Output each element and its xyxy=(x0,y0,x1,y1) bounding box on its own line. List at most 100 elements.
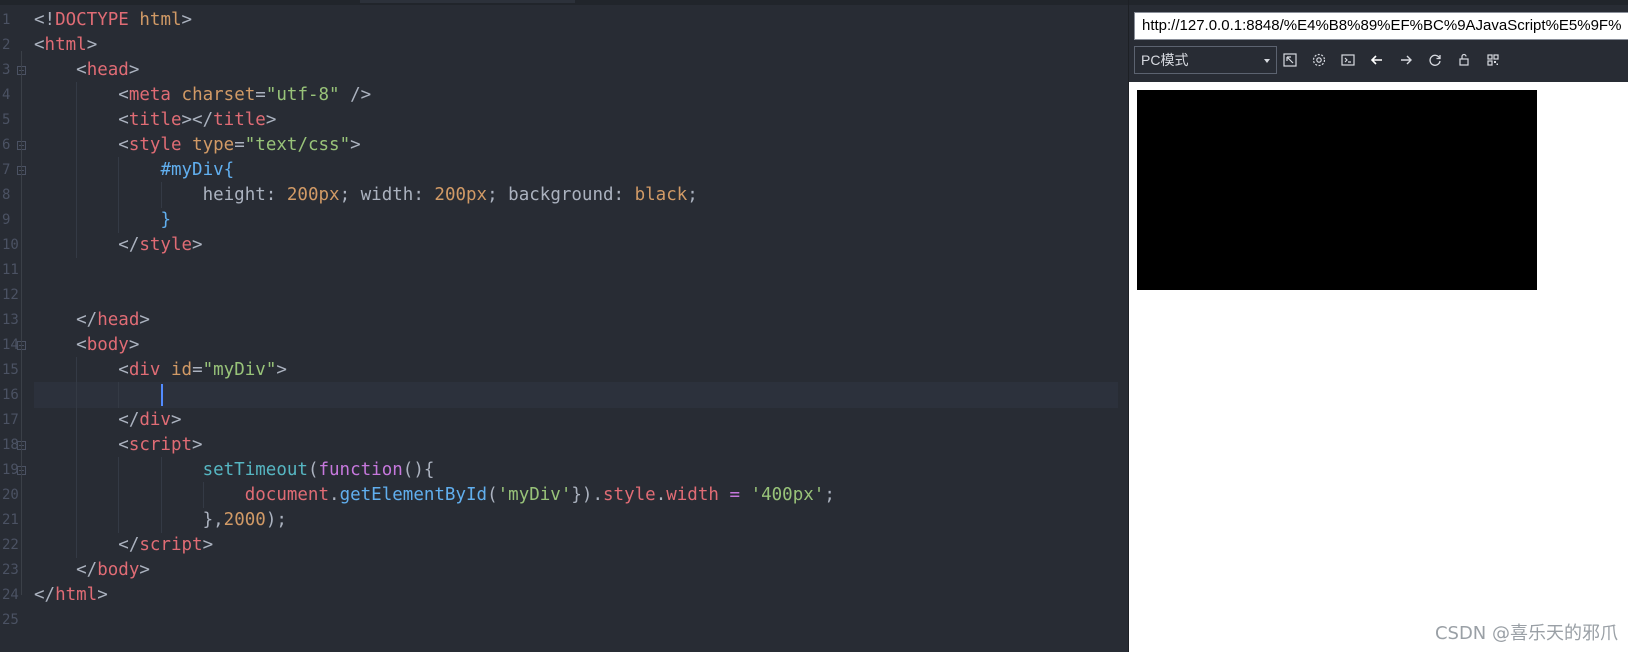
code-line[interactable]: 6 <style type="text/css"> xyxy=(0,132,1128,158)
code-line[interactable]: 8 height: 200px; width: 200px; backgroun… xyxy=(0,182,1128,208)
code-text: </body> xyxy=(34,557,150,583)
code-token: < xyxy=(34,335,87,355)
code-token: /> xyxy=(339,85,372,105)
code-line[interactable]: 22 </script> xyxy=(0,532,1128,558)
code-line[interactable]: 16 xyxy=(0,382,1128,408)
code-text: } xyxy=(34,207,171,233)
code-line[interactable]: 25 xyxy=(0,607,1128,633)
code-token: DOCTYPE xyxy=(55,10,129,30)
code-token: html xyxy=(139,10,182,30)
code-token: < xyxy=(34,435,129,455)
code-token: > xyxy=(97,585,108,605)
line-number: 21 xyxy=(2,512,19,528)
code-line[interactable]: 5 <title></title> xyxy=(0,107,1128,133)
line-number: 10 xyxy=(2,237,19,253)
code-editor[interactable]: 1 <!DOCTYPE html > 2 <html> 3 <head> 4 <meta c… xyxy=(0,0,1128,652)
code-line[interactable]: 7 #myDiv{ xyxy=(0,157,1128,183)
code-token: . xyxy=(655,485,667,505)
code-token: < xyxy=(34,35,45,55)
code-line[interactable]: 24 </html> xyxy=(0,582,1128,608)
unlock-icon[interactable] xyxy=(1454,50,1474,70)
line-number: 7 xyxy=(2,162,11,178)
code-token: </ xyxy=(34,310,98,330)
code-text: </div> xyxy=(34,407,181,433)
code-line[interactable]: 3 <head> xyxy=(0,57,1128,83)
code-token: title xyxy=(128,110,182,130)
open-external-icon[interactable] xyxy=(1280,50,1300,70)
code-line[interactable]: 18 <script> xyxy=(0,432,1128,458)
line-number: 4 xyxy=(2,87,11,103)
code-line[interactable]: 9 } xyxy=(0,207,1128,233)
editor-tab-strip xyxy=(0,0,1128,5)
code-token: </ xyxy=(34,585,56,605)
code-line[interactable]: 20 document.getElementById('myDiv'}).sty… xyxy=(0,482,1128,508)
code-token: }, xyxy=(34,510,224,530)
code-text: },2000); xyxy=(34,507,287,533)
code-token: ); xyxy=(265,510,287,530)
preview-tab-strip xyxy=(1129,0,1628,5)
code-token: ( xyxy=(307,460,319,480)
line-number: 24 xyxy=(2,587,19,603)
code-token: < xyxy=(34,110,129,130)
line-number: 9 xyxy=(2,212,11,228)
code-line[interactable]: 4 <meta charset="utf-8" /> xyxy=(0,82,1128,108)
code-token: }). xyxy=(571,485,603,505)
fold-region-line xyxy=(21,476,22,520)
code-line[interactable]: 10 </style> xyxy=(0,232,1128,258)
code-token: < xyxy=(34,360,129,380)
code-text: <style type="text/css"> xyxy=(34,132,360,158)
settings-icon[interactable] xyxy=(1309,50,1329,70)
code-line[interactable]: 12 xyxy=(0,282,1128,308)
code-line[interactable]: 13 </head> xyxy=(0,307,1128,333)
code-token: < xyxy=(34,135,129,155)
code-token: </ xyxy=(34,410,140,430)
device-mode-select[interactable]: PC模式 xyxy=(1134,46,1277,74)
code-text: <html> xyxy=(34,32,97,58)
code-token: script xyxy=(128,435,193,455)
code-text: <body> xyxy=(34,332,139,358)
console-icon[interactable] xyxy=(1338,50,1358,70)
code-token: < xyxy=(34,60,87,80)
code-line[interactable]: 21 },2000); xyxy=(0,507,1128,533)
code-line[interactable]: 17 </div> xyxy=(0,407,1128,433)
code-token: "text/css" xyxy=(244,135,351,155)
code-line[interactable]: 19 setTimeout(function(){ xyxy=(0,457,1128,483)
code-token: width xyxy=(360,185,414,205)
code-line[interactable]: 2 <html> xyxy=(0,32,1128,58)
line-number: 1 xyxy=(2,12,11,28)
qrcode-icon[interactable] xyxy=(1483,50,1503,70)
code-token: function xyxy=(318,460,403,480)
forward-arrow-icon[interactable] xyxy=(1396,50,1416,70)
code-token: #myDiv xyxy=(160,160,224,180)
code-text: height: 200px; width: 200px; background:… xyxy=(34,182,698,208)
code-token: body xyxy=(86,335,129,355)
rendered-mydiv-box xyxy=(1137,90,1537,290)
code-token: head xyxy=(97,310,140,330)
back-arrow-icon[interactable] xyxy=(1367,50,1387,70)
code-token: 200px xyxy=(286,185,340,205)
code-text: </script> xyxy=(34,532,213,558)
code-token: < xyxy=(34,85,129,105)
code-token: = xyxy=(729,485,741,505)
code-token: meta xyxy=(128,85,171,105)
code-text: </head> xyxy=(34,307,150,333)
line-number: 15 xyxy=(2,362,19,378)
code-line[interactable]: 15 <div id="myDiv"> xyxy=(0,357,1128,383)
url-input[interactable]: http://127.0.0.1:8848/%E4%B8%89%EF%BC%9A… xyxy=(1134,12,1628,40)
chevron-down-icon xyxy=(1264,59,1270,63)
indent-guide xyxy=(118,382,120,408)
editor-tab[interactable] xyxy=(360,0,575,3)
code-line[interactable]: 11 xyxy=(0,257,1128,283)
code-token: <! xyxy=(34,10,56,30)
line-number: 13 xyxy=(2,312,19,328)
code-token: . xyxy=(329,485,340,505)
refresh-icon[interactable] xyxy=(1425,50,1445,70)
code-token: ></ xyxy=(181,110,214,130)
code-token: style xyxy=(603,485,656,505)
code-line[interactable]: 1 <!DOCTYPE html> xyxy=(0,7,1128,33)
code-line[interactable]: 14 <body> xyxy=(0,332,1128,358)
code-line[interactable]: 23 </body> xyxy=(0,557,1128,583)
line-number: 22 xyxy=(2,537,19,553)
text-cursor xyxy=(160,384,163,406)
